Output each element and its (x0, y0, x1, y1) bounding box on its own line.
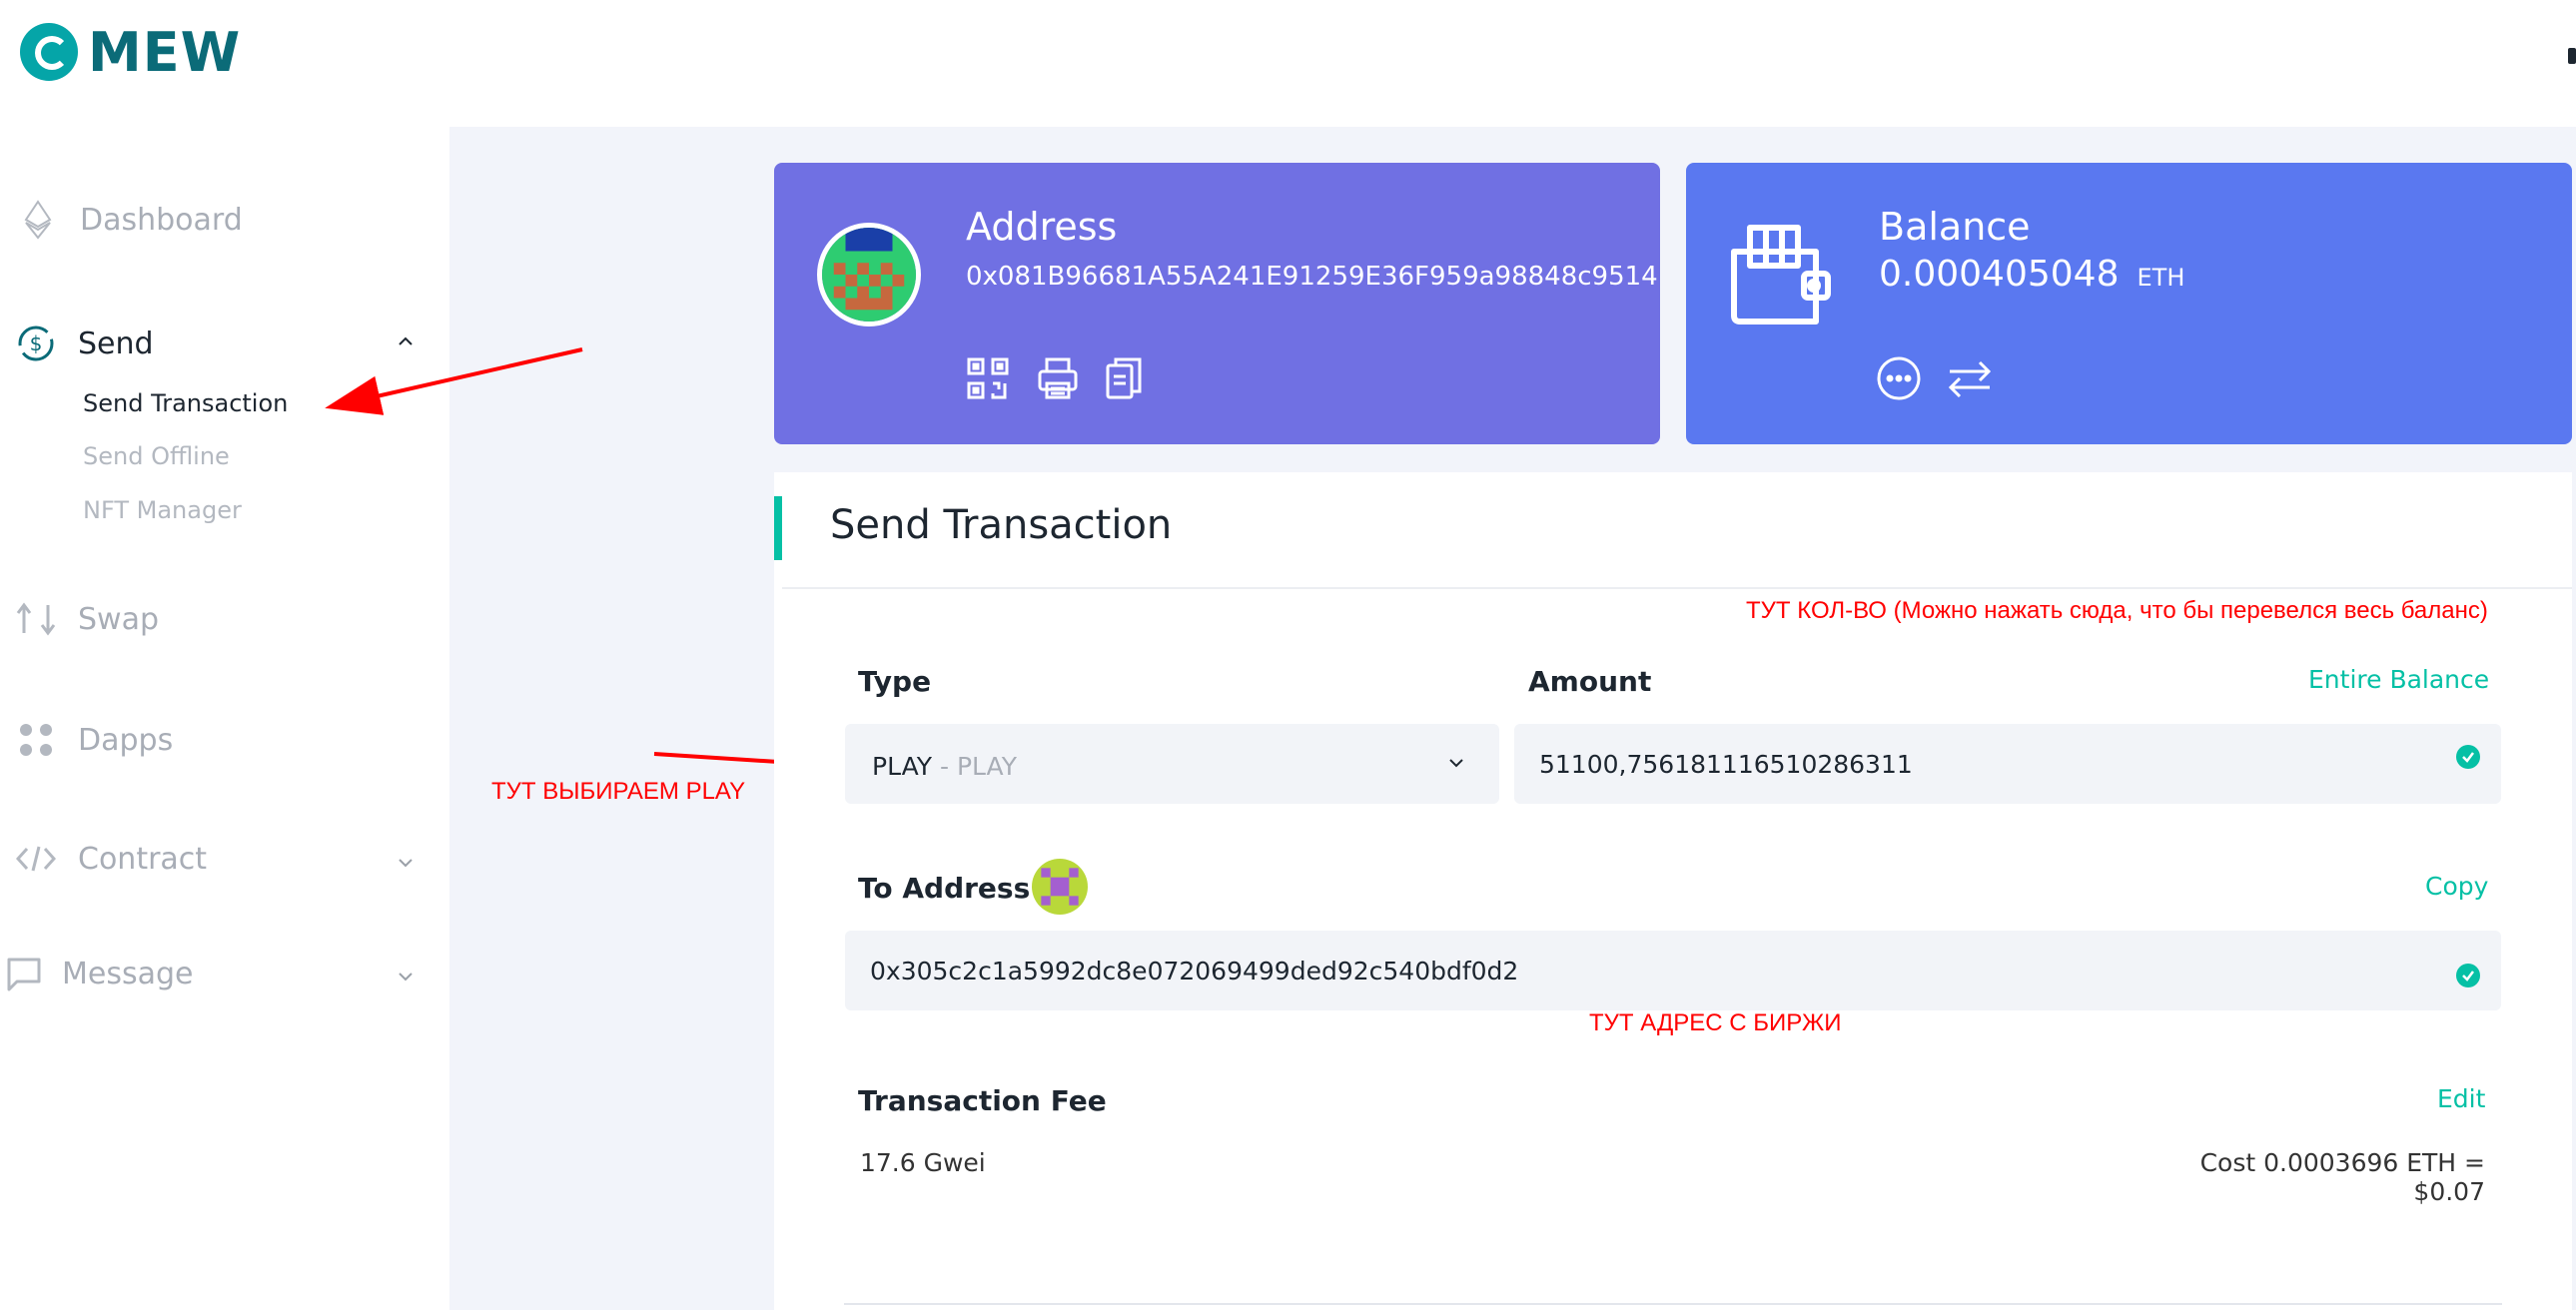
panel-bottom-divider (844, 1303, 2502, 1305)
panel-accent-bar (774, 496, 782, 560)
amount-label: Amount (1528, 665, 1652, 698)
to-address-label: To Address (858, 872, 1031, 905)
qr-code-icon[interactable] (966, 356, 1010, 404)
fee-gwei: 17.6 Gwei (860, 1148, 986, 1177)
type-label: Type (858, 665, 932, 698)
token-type-value: PLAY - PLAY (872, 752, 1017, 781)
balance-title: Balance (1879, 205, 2031, 249)
amount-value: 51100,756181116510286311 (1539, 750, 1913, 779)
edit-fee-link[interactable]: Edit (2437, 1084, 2485, 1113)
balance-value-row: 0.000405048 ETH (1879, 254, 2184, 295)
to-address-value: 0x305c2c1a5992dc8e072069499ded92c540bdf0… (870, 957, 1519, 985)
chevron-down-icon[interactable] (1446, 753, 1466, 777)
swap-icon[interactable] (1946, 357, 1994, 403)
token-type-symbol: PLAY (872, 752, 933, 781)
address-value: 0x081B96681A55A241E91259E36F959a98848c95… (966, 262, 1658, 292)
panel-title: Send Transaction (830, 502, 1173, 548)
transaction-fee-label: Transaction Fee (858, 1084, 1107, 1117)
address-valid-check-icon (2456, 964, 2480, 987)
printer-icon[interactable] (1037, 356, 1079, 404)
amount-valid-check-icon (2456, 745, 2480, 769)
copy-address-link[interactable]: Copy (2425, 872, 2488, 901)
token-type-name: - PLAY (940, 752, 1017, 781)
more-icon[interactable] (1876, 355, 1922, 405)
address-title: Address (966, 205, 1118, 249)
fee-cost: Cost 0.0003696 ETH = $0.07 (2199, 1148, 2485, 1206)
entire-balance-link[interactable]: Entire Balance (2308, 665, 2489, 694)
annotation-address: ТУТ АДРЕС С БИРЖИ (1589, 1009, 1842, 1036)
annotation-amount: ТУТ КОЛ-ВО (Можно нажать сюда, что бы пе… (1746, 597, 2488, 624)
address-avatar (817, 223, 921, 327)
copy-icon[interactable] (1105, 356, 1143, 404)
annotation-type: ТУТ ВЫБИРАЕМ PLAY (491, 778, 746, 805)
wallet-icon (1728, 222, 1832, 333)
balance-amount: 0.000405048 (1879, 254, 2120, 295)
balance-unit: ETH (2137, 264, 2185, 292)
panel-divider (782, 587, 2572, 589)
to-address-avatar (1032, 859, 1088, 915)
